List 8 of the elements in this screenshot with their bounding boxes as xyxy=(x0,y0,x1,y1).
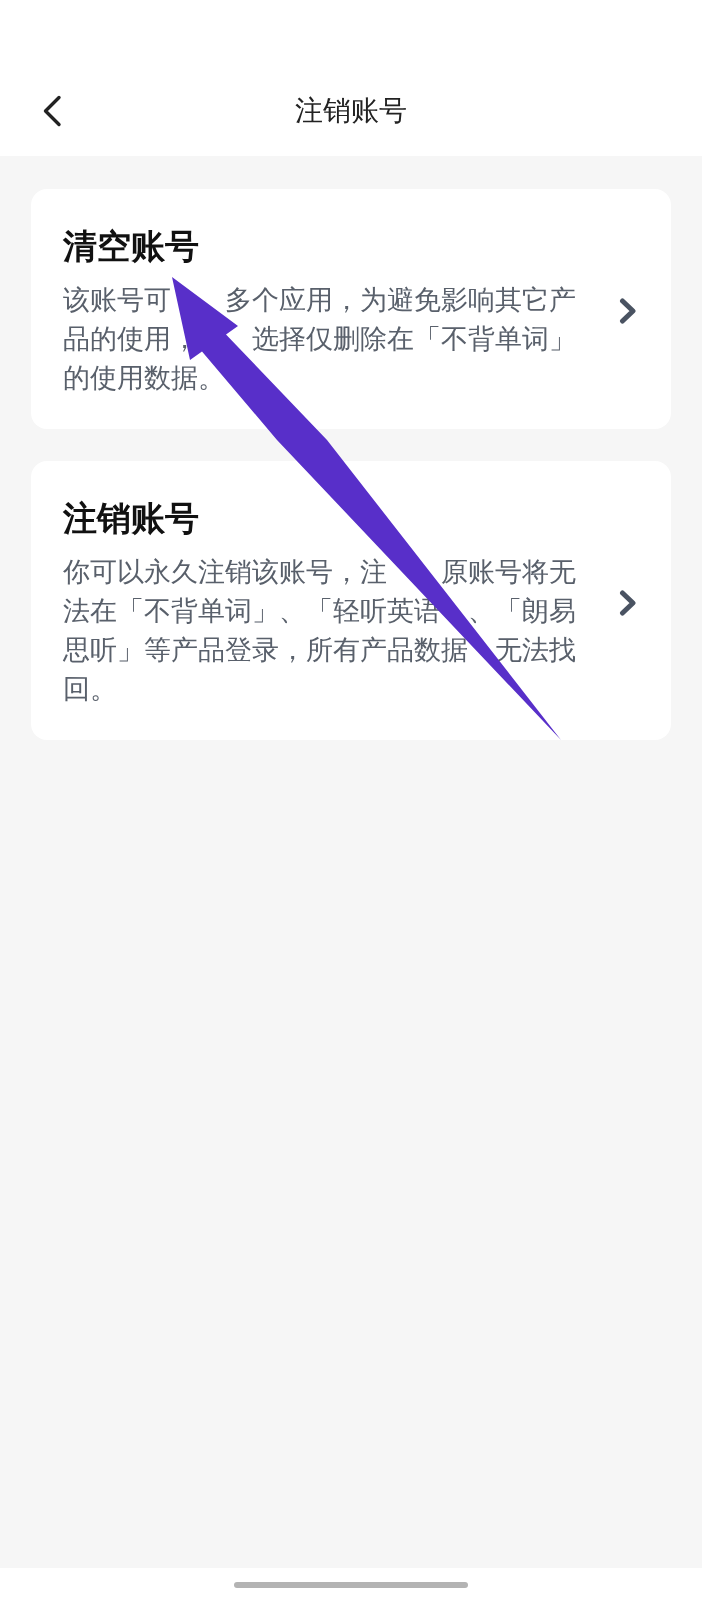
chevron-right-icon xyxy=(619,589,637,616)
option-card[interactable]: 清空账号 该账号可 多个应用，为避免影响其它产品的使用， 选择仅删除在「不背单词」的使用数据。 xyxy=(31,189,671,429)
option-title: 清空账号 xyxy=(63,226,199,267)
page-title: 注销账号 xyxy=(295,94,407,128)
back-icon xyxy=(42,95,62,127)
option-title: 注销账号 xyxy=(63,498,199,539)
chevron-right-icon xyxy=(619,298,637,324)
option-description: 该账号可 多个应用，为避免影响其它产品的使用， 选择仅删除在「不背单词」的使用数据。 xyxy=(63,284,577,395)
